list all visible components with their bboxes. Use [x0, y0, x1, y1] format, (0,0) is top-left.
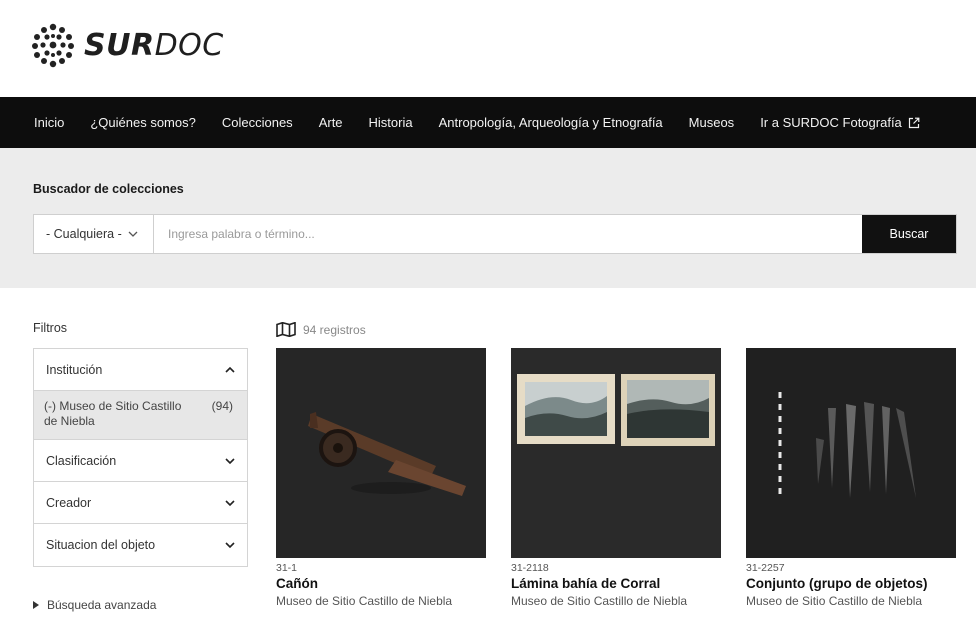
filters-title: Filtros [33, 321, 68, 335]
card-title[interactable]: Cañón [276, 576, 486, 591]
card-institution: Museo de Sitio Castillo de Niebla [511, 594, 688, 608]
nav-arte[interactable]: Arte [319, 115, 343, 130]
nav-historia[interactable]: Historia [369, 115, 413, 130]
filter-situacion-label: Situacion del objeto [46, 538, 156, 552]
results-count-label: 94 registros [303, 322, 366, 337]
category-select-value: - Cualquiera - [46, 227, 122, 241]
canon-photo [276, 348, 486, 558]
result-image-canon[interactable] [276, 348, 486, 558]
search-title: Buscador de colecciones [33, 182, 184, 196]
nav-museos[interactable]: Museos [689, 115, 735, 130]
map-icon[interactable] [276, 322, 296, 337]
result-image-lamina[interactable] [511, 348, 721, 558]
card-title[interactable]: Lámina bahía de Corral [511, 576, 721, 591]
card-title[interactable]: Conjunto (grupo de objetos) [746, 576, 956, 591]
filter-selected-label: (-) Museo de Sitio Castillo de Niebla [44, 399, 182, 428]
card-code: 31-2257 [746, 562, 785, 574]
result-image-conjunto[interactable] [746, 348, 956, 558]
chevron-down-icon [225, 542, 235, 549]
filter-clasificacion-label: Clasificación [46, 453, 117, 468]
card-code: 31-2118 [511, 562, 549, 574]
result-card[interactable]: 31-2118 Lámina bahía de Corral Museo de … [511, 348, 721, 608]
result-card[interactable]: 31-2257 Conjunto (grupo de objetos) Muse… [746, 348, 956, 608]
category-select[interactable]: - Cualquiera - [34, 215, 154, 253]
nav-quienes-somos[interactable]: ¿Quiénes somos? [90, 115, 196, 130]
nav-surdoc-fotografia-label: Ir a SURDOC Fotografía [760, 115, 902, 130]
logo-icon [32, 23, 74, 68]
chevron-down-icon [225, 457, 235, 464]
triangle-right-icon [33, 601, 39, 609]
card-institution: Museo de Sitio Castillo de Niebla [746, 594, 923, 608]
filter-clasificacion[interactable]: Clasificación [34, 440, 247, 482]
nav-antropologia[interactable]: Antropología, Arqueología y Etnografía [439, 115, 663, 130]
main-nav: Inicio ¿Quiénes somos? Colecciones Arte … [0, 97, 976, 148]
card-code: 31-1 [276, 562, 298, 574]
logo-text: SURDOC [84, 27, 224, 63]
search-input[interactable] [154, 215, 862, 253]
chevron-down-icon [128, 231, 138, 237]
filter-selected-count: (94) [211, 399, 233, 413]
results-count: 94 registros [276, 322, 366, 337]
search-panel: Buscador de colecciones - Cualquiera - B… [0, 148, 976, 288]
nav-surdoc-fotografia[interactable]: Ir a SURDOC Fotografía [760, 115, 920, 130]
nav-inicio[interactable]: Inicio [34, 115, 64, 130]
nav-colecciones[interactable]: Colecciones [222, 115, 293, 130]
site-logo[interactable]: SURDOC [30, 22, 224, 68]
advanced-search-label: Búsqueda avanzada [47, 598, 157, 612]
filter-creador-label: Creador [46, 495, 92, 510]
advanced-search-link[interactable]: Búsqueda avanzada [33, 598, 156, 612]
filters-panel: Institución (-) Museo de Sitio Castillo … [33, 348, 248, 567]
search-button[interactable]: Buscar [862, 215, 956, 253]
search-bar: - Cualquiera - Buscar [33, 214, 957, 254]
external-link-icon [908, 117, 920, 128]
filter-selected-item[interactable]: (-) Museo de Sitio Castillo de Niebla (9… [34, 391, 247, 440]
conjunto-photo [746, 348, 956, 558]
chevron-down-icon [225, 499, 235, 506]
card-institution: Museo de Sitio Castillo de Niebla [276, 594, 453, 608]
result-card[interactable]: 31-1 Cañón Museo de Sitio Castillo de Ni… [276, 348, 486, 608]
filter-institucion[interactable]: Institución [34, 349, 247, 391]
filter-situacion[interactable]: Situacion del objeto [34, 524, 247, 566]
lamina-photo [511, 348, 721, 558]
filter-creador[interactable]: Creador [34, 482, 247, 524]
chevron-up-icon [225, 366, 235, 373]
filter-institucion-label: Institución [46, 362, 103, 377]
